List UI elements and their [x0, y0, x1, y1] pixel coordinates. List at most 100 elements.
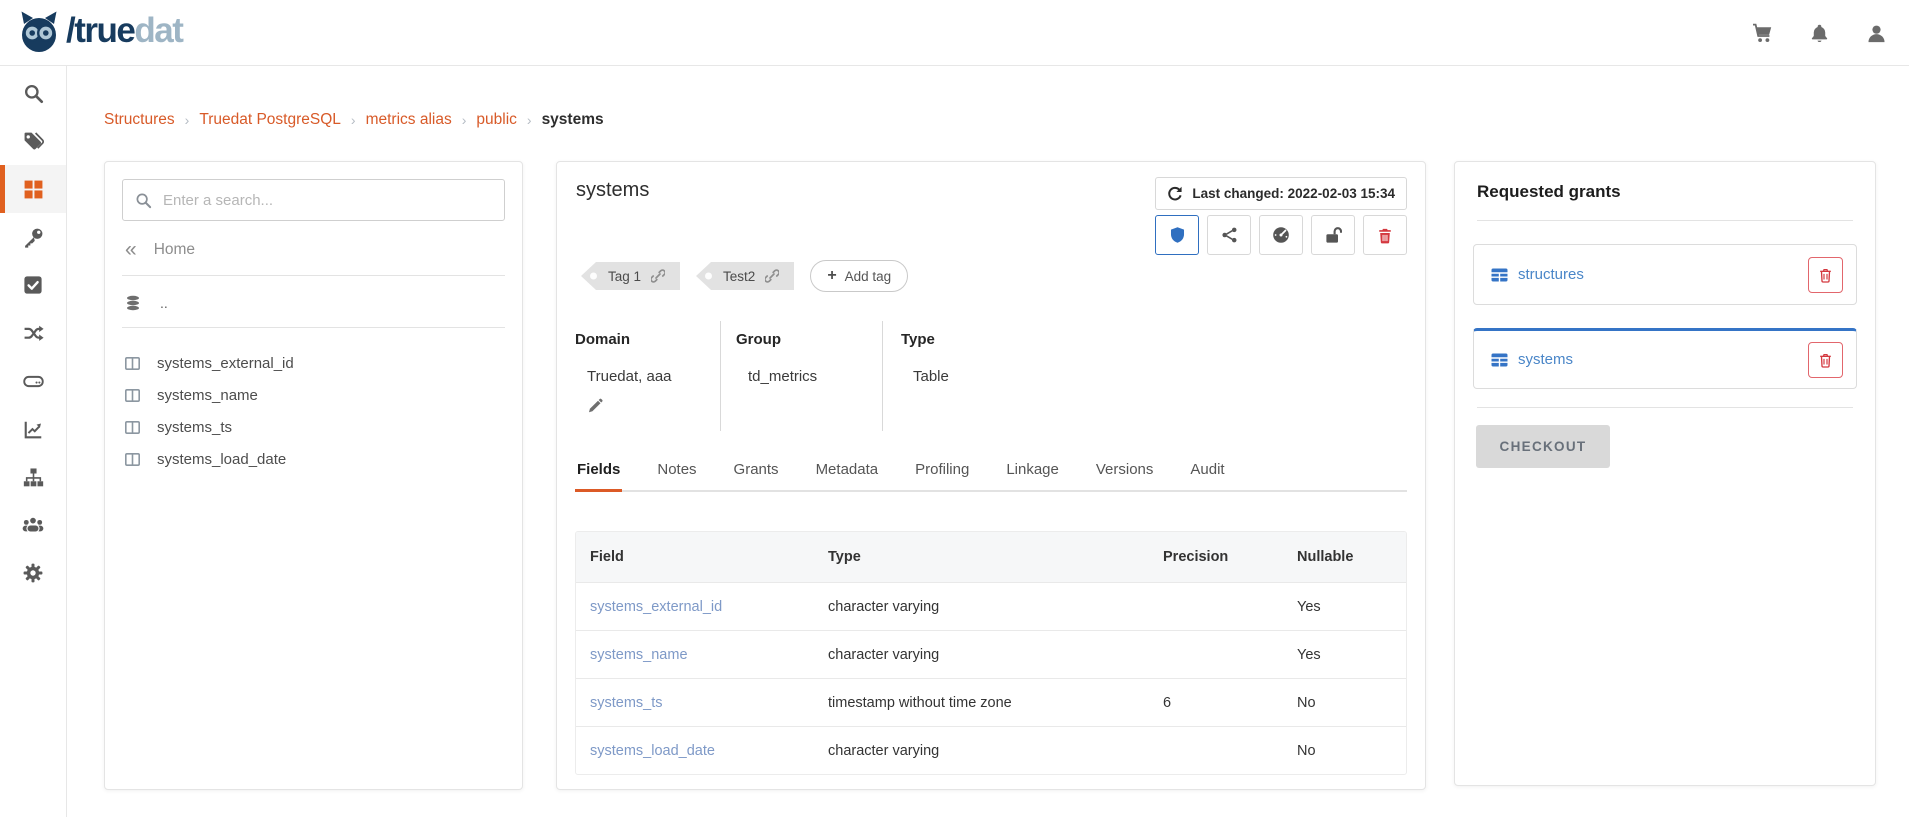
search-icon — [23, 83, 44, 104]
grant-card-structures: structures — [1473, 244, 1857, 305]
remove-grant-button[interactable] — [1808, 342, 1843, 378]
field-list: systems_external_id systems_name systems… — [125, 347, 505, 475]
trash-icon — [1818, 267, 1833, 283]
unlock-button[interactable] — [1311, 215, 1355, 255]
chevrons-double-left-icon: « — [125, 243, 137, 257]
table-icon — [1491, 268, 1508, 282]
breadcrumb-separator-icon: › — [527, 112, 532, 128]
fields-table: Field Type Precision Nullable systems_ex… — [575, 531, 1407, 775]
share-button[interactable] — [1207, 215, 1251, 255]
field-nullable: Yes — [1283, 647, 1406, 663]
sidebar-item-rules[interactable] — [0, 261, 66, 309]
field-link[interactable]: systems_name — [576, 647, 814, 663]
tag-chip[interactable]: Test2 — [696, 262, 794, 290]
browser-field-item[interactable]: systems_ts — [125, 411, 505, 443]
quality-gauge-button[interactable] — [1259, 215, 1303, 255]
tag-label: Test2 — [723, 269, 755, 284]
sidebar-item-users[interactable] — [0, 501, 66, 549]
field-link[interactable]: systems_load_date — [576, 743, 814, 759]
tab-profiling[interactable]: Profiling — [913, 461, 971, 490]
tags-icon — [23, 131, 44, 152]
divider — [122, 275, 505, 276]
column-header: Precision — [1149, 549, 1283, 565]
tab-fields[interactable]: Fields — [575, 461, 622, 490]
sidebar-item-structures[interactable] — [0, 165, 66, 213]
tab-linkage[interactable]: Linkage — [1004, 461, 1061, 490]
icon-rail-sidebar — [0, 66, 67, 817]
property-group: Group td_metrics — [720, 321, 882, 431]
add-tag-button[interactable]: + Add tag — [810, 260, 908, 292]
plus-icon: + — [827, 268, 836, 284]
table-row: systems_ts timestamp without time zone 6… — [576, 678, 1406, 726]
breadcrumb-current: systems — [542, 111, 604, 129]
tag-label: Tag 1 — [608, 269, 641, 284]
sidebar-item-permissions[interactable] — [0, 213, 66, 261]
browser-field-item[interactable]: systems_name — [125, 379, 505, 411]
field-link[interactable]: systems_external_id — [576, 599, 814, 615]
check-square-icon — [23, 275, 43, 295]
remove-grant-button[interactable] — [1808, 257, 1843, 293]
tab-audit[interactable]: Audit — [1188, 461, 1226, 490]
property-label: Group — [736, 331, 882, 348]
column-header: Field — [576, 549, 814, 565]
field-link[interactable]: systems_ts — [576, 695, 814, 711]
property-label: Domain — [575, 331, 720, 348]
field-type: character varying — [814, 599, 1149, 615]
edit-domain-pencil-icon[interactable] — [587, 398, 603, 414]
structure-properties: Domain Truedat, aaa Group td_metrics Typ… — [575, 321, 1407, 431]
sidebar-item-tags[interactable] — [0, 117, 66, 165]
search-icon — [135, 192, 152, 209]
breadcrumb-separator-icon: › — [351, 112, 356, 128]
browser-parent-item[interactable]: .. — [125, 295, 505, 311]
grant-structure-label: systems — [1518, 351, 1573, 368]
user-avatar-icon[interactable] — [1866, 23, 1887, 44]
divider — [122, 327, 505, 328]
grant-structure-link[interactable]: structures — [1491, 266, 1584, 283]
divider — [1477, 407, 1853, 408]
users-group-icon — [22, 514, 44, 536]
divider — [1477, 220, 1853, 221]
truedat-logo[interactable]: /truedat — [16, 9, 182, 55]
checkout-button[interactable]: CHECKOUT — [1476, 425, 1610, 468]
refresh-icon — [1167, 186, 1183, 202]
columns-icon — [125, 357, 140, 370]
sidebar-item-search[interactable] — [0, 69, 66, 117]
breadcrumb-link[interactable]: Structures — [104, 111, 175, 129]
browser-home-link[interactable]: « Home — [125, 241, 505, 259]
columns-icon — [125, 421, 140, 434]
sidebar-item-taxonomy[interactable] — [0, 453, 66, 501]
top-bar: /truedat — [0, 0, 1909, 66]
field-type: character varying — [814, 647, 1149, 663]
sidebar-item-sources[interactable] — [0, 357, 66, 405]
breadcrumb-link[interactable]: metrics alias — [366, 111, 452, 129]
link-icon — [765, 269, 779, 283]
sidebar-item-settings[interactable] — [0, 549, 66, 597]
grant-structure-link[interactable]: systems — [1491, 351, 1573, 368]
apps-grid-icon — [23, 179, 44, 200]
browser-field-item[interactable]: systems_external_id — [125, 347, 505, 379]
breadcrumb-link[interactable]: Truedat PostgreSQL — [199, 111, 341, 129]
tab-notes[interactable]: Notes — [655, 461, 698, 490]
sidebar-item-lineage[interactable] — [0, 309, 66, 357]
sidebar-item-dashboards[interactable] — [0, 405, 66, 453]
delete-structure-button[interactable] — [1363, 215, 1407, 255]
owl-logo-icon — [16, 9, 62, 55]
column-header: Type — [814, 549, 1149, 565]
structure-search-box — [122, 179, 505, 221]
parent-item-label: .. — [160, 295, 168, 311]
tab-versions[interactable]: Versions — [1094, 461, 1156, 490]
last-changed-refresh[interactable]: Last changed: 2022-02-03 15:34 — [1155, 177, 1407, 210]
search-input[interactable] — [163, 192, 492, 209]
cart-icon[interactable] — [1751, 22, 1773, 44]
field-item-label: systems_ts — [157, 419, 232, 436]
table-header-row: Field Type Precision Nullable — [576, 532, 1406, 582]
topbar-actions — [1751, 0, 1887, 66]
breadcrumb-link[interactable]: public — [476, 111, 517, 129]
browser-field-item[interactable]: systems_load_date — [125, 443, 505, 475]
tab-grants[interactable]: Grants — [732, 461, 781, 490]
tab-metadata[interactable]: Metadata — [814, 461, 881, 490]
protect-shield-button[interactable] — [1155, 215, 1199, 255]
last-changed-label: Last changed: 2022-02-03 15:34 — [1192, 186, 1395, 201]
notifications-bell-icon[interactable] — [1809, 23, 1830, 44]
tag-chip[interactable]: Tag 1 — [581, 262, 680, 290]
